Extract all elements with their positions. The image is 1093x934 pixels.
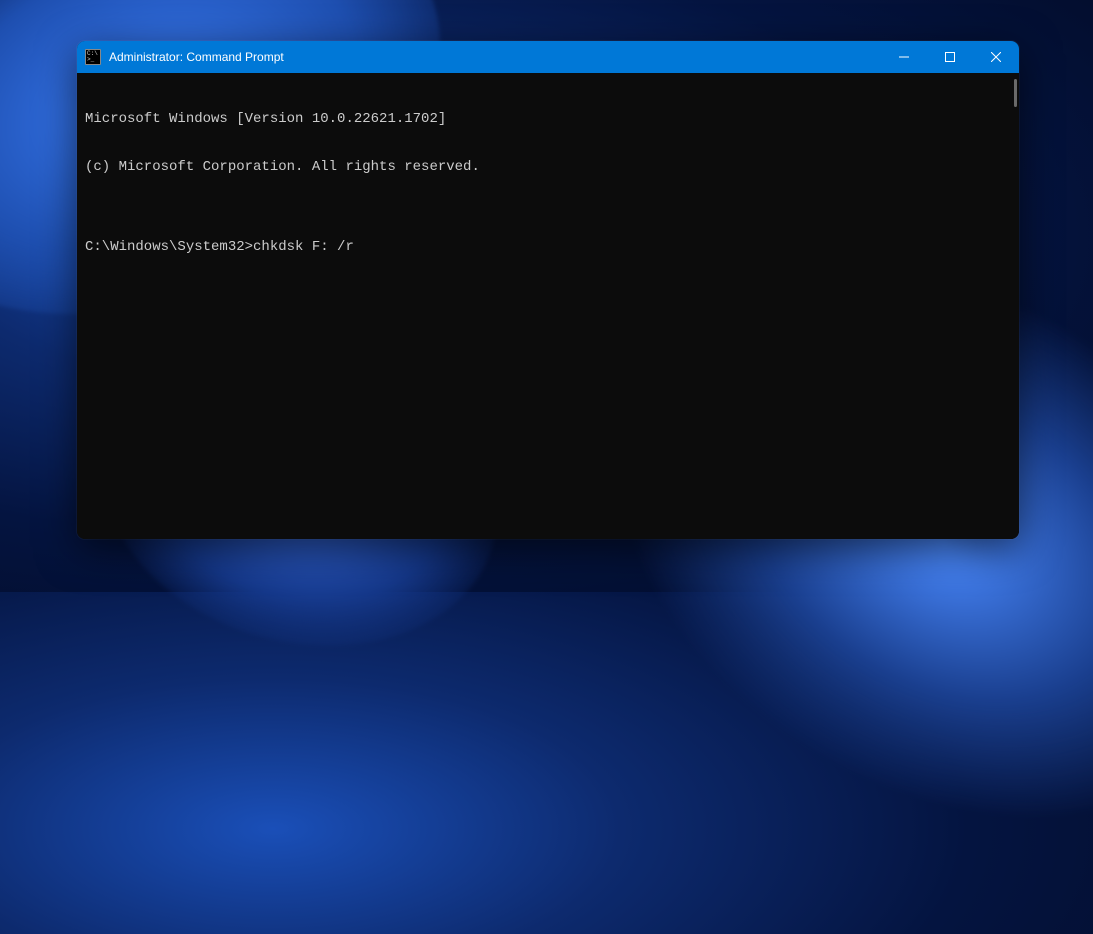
close-icon <box>991 52 1001 62</box>
minimize-button[interactable] <box>881 41 927 73</box>
window-title: Administrator: Command Prompt <box>109 50 881 64</box>
terminal-line: Microsoft Windows [Version 10.0.22621.17… <box>85 111 1011 127</box>
close-button[interactable] <box>973 41 1019 73</box>
terminal-prompt: C:\Windows\System32> <box>85 239 253 255</box>
maximize-icon <box>945 52 955 62</box>
scrollbar-thumb[interactable] <box>1014 79 1017 107</box>
minimize-icon <box>899 52 909 62</box>
window-controls <box>881 41 1019 73</box>
terminal-command-input[interactable]: chkdsk F: /r <box>253 239 354 255</box>
terminal-cursor <box>354 239 362 254</box>
maximize-button[interactable] <box>927 41 973 73</box>
terminal-prompt-row: C:\Windows\System32>chkdsk F: /r <box>85 239 1011 255</box>
cmd-icon <box>85 49 101 65</box>
command-prompt-window: Administrator: Command Prompt Microsoft … <box>77 41 1019 539</box>
terminal-output[interactable]: Microsoft Windows [Version 10.0.22621.17… <box>77 73 1019 539</box>
titlebar[interactable]: Administrator: Command Prompt <box>77 41 1019 73</box>
terminal-line: (c) Microsoft Corporation. All rights re… <box>85 159 1011 175</box>
